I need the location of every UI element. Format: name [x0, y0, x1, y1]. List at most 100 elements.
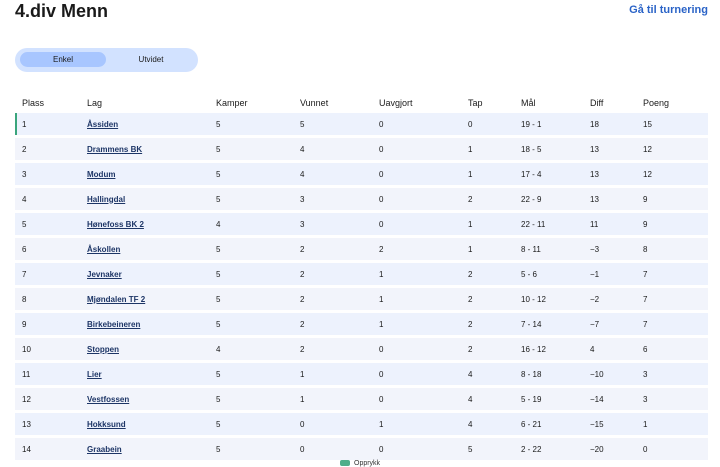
cell-kamper: 5	[216, 413, 300, 435]
cell-uavgjort: 0	[379, 338, 468, 360]
cell-uavgjort: 1	[379, 413, 468, 435]
cell-poeng: 12	[643, 163, 708, 185]
team-link[interactable]: Åssiden	[87, 120, 118, 129]
cell-maal: 19 - 1	[521, 113, 590, 135]
cell-diff: −20	[590, 438, 643, 460]
cell-tap: 4	[468, 363, 521, 385]
cell-plass: 12	[15, 388, 87, 410]
cell-vunnet: 2	[300, 338, 379, 360]
table-row: 8 Mjøndalen TF 2 5 2 1 2 10 - 12 −2 7	[15, 288, 708, 310]
cell-lag: Lier	[87, 363, 216, 385]
table-row: 3 Modum 5 4 0 1 17 - 4 13 12	[15, 163, 708, 185]
cell-vunnet: 2	[300, 263, 379, 285]
table-row: 14 Graabein 5 0 0 5 2 - 22 −20 0	[15, 438, 708, 460]
cell-uavgjort: 1	[379, 313, 468, 335]
column-header-maal: Mål	[521, 98, 536, 108]
cell-tap: 2	[468, 288, 521, 310]
team-link[interactable]: Åskollen	[87, 245, 120, 254]
team-link[interactable]: Birkebeineren	[87, 320, 140, 329]
cell-diff: 13	[590, 188, 643, 210]
cell-tap: 5	[468, 438, 521, 460]
cell-vunnet: 3	[300, 188, 379, 210]
cell-kamper: 5	[216, 388, 300, 410]
team-link[interactable]: Jevnaker	[87, 270, 122, 279]
cell-maal: 22 - 11	[521, 213, 590, 235]
cell-vunnet: 5	[300, 113, 379, 135]
cell-plass: 4	[15, 188, 87, 210]
cell-tap: 1	[468, 163, 521, 185]
cell-plass: 5	[15, 213, 87, 235]
cell-lag: Graabein	[87, 438, 216, 460]
cell-maal: 5 - 19	[521, 388, 590, 410]
column-header-uavgjort: Uavgjort	[379, 98, 413, 108]
cell-poeng: 9	[643, 188, 708, 210]
team-link[interactable]: Hønefoss BK 2	[87, 220, 144, 229]
team-link[interactable]: Lier	[87, 370, 102, 379]
cell-kamper: 5	[216, 113, 300, 135]
table-row: 1 Åssiden 5 5 0 0 19 - 1 18 15	[15, 113, 708, 135]
cell-vunnet: 2	[300, 313, 379, 335]
cell-uavgjort: 0	[379, 113, 468, 135]
table-row: 11 Lier 5 1 0 4 8 - 18 −10 3	[15, 363, 708, 385]
table-row: 12 Vestfossen 5 1 0 4 5 - 19 −14 3	[15, 388, 708, 410]
cell-lag: Drammens BK	[87, 138, 216, 160]
team-link[interactable]: Stoppen	[87, 345, 119, 354]
team-link[interactable]: Vestfossen	[87, 395, 129, 404]
cell-diff: −7	[590, 313, 643, 335]
column-header-lag: Lag	[87, 98, 103, 108]
cell-maal: 22 - 9	[521, 188, 590, 210]
cell-diff: 13	[590, 163, 643, 185]
cell-tap: 1	[468, 213, 521, 235]
cell-poeng: 9	[643, 213, 708, 235]
cell-diff: −10	[590, 363, 643, 385]
cell-uavgjort: 0	[379, 438, 468, 460]
cell-diff: 13	[590, 138, 643, 160]
cell-vunnet: 4	[300, 138, 379, 160]
team-link[interactable]: Mjøndalen TF 2	[87, 295, 145, 304]
go-to-tournament-link[interactable]: Gå til turnering	[629, 4, 708, 16]
team-link[interactable]: Hokksund	[87, 420, 126, 429]
cell-poeng: 1	[643, 413, 708, 435]
cell-diff: −1	[590, 263, 643, 285]
cell-poeng: 12	[643, 138, 708, 160]
table-row: 2 Drammens BK 5 4 0 1 18 - 5 13 12	[15, 138, 708, 160]
cell-vunnet: 2	[300, 288, 379, 310]
cell-kamper: 4	[216, 338, 300, 360]
cell-lag: Stoppen	[87, 338, 216, 360]
cell-lag: Birkebeineren	[87, 313, 216, 335]
cell-maal: 10 - 12	[521, 288, 590, 310]
cell-plass: 8	[15, 288, 87, 310]
team-link[interactable]: Hallingdal	[87, 195, 125, 204]
cell-poeng: 3	[643, 363, 708, 385]
cell-kamper: 4	[216, 213, 300, 235]
cell-poeng: 7	[643, 288, 708, 310]
cell-poeng: 7	[643, 313, 708, 335]
team-link[interactable]: Modum	[87, 170, 115, 179]
cell-poeng: 7	[643, 263, 708, 285]
cell-vunnet: 2	[300, 238, 379, 260]
cell-poeng: 15	[643, 113, 708, 135]
cell-vunnet: 4	[300, 163, 379, 185]
cell-tap: 2	[468, 338, 521, 360]
cell-uavgjort: 1	[379, 288, 468, 310]
cell-lag: Hokksund	[87, 413, 216, 435]
cell-tap: 1	[468, 238, 521, 260]
cell-maal: 2 - 22	[521, 438, 590, 460]
cell-maal: 18 - 5	[521, 138, 590, 160]
cell-uavgjort: 2	[379, 238, 468, 260]
cell-tap: 4	[468, 413, 521, 435]
cell-maal: 6 - 21	[521, 413, 590, 435]
cell-kamper: 5	[216, 188, 300, 210]
cell-maal: 16 - 12	[521, 338, 590, 360]
cell-tap: 0	[468, 113, 521, 135]
team-link[interactable]: Drammens BK	[87, 145, 142, 154]
toggle-extended-button[interactable]: Utvidet	[108, 52, 194, 67]
cell-lag: Jevnaker	[87, 263, 216, 285]
cell-diff: −3	[590, 238, 643, 260]
cell-kamper: 5	[216, 138, 300, 160]
toggle-simple-button[interactable]: Enkel	[20, 52, 106, 67]
cell-tap: 2	[468, 188, 521, 210]
cell-poeng: 3	[643, 388, 708, 410]
team-link[interactable]: Graabein	[87, 445, 122, 454]
cell-lag: Modum	[87, 163, 216, 185]
